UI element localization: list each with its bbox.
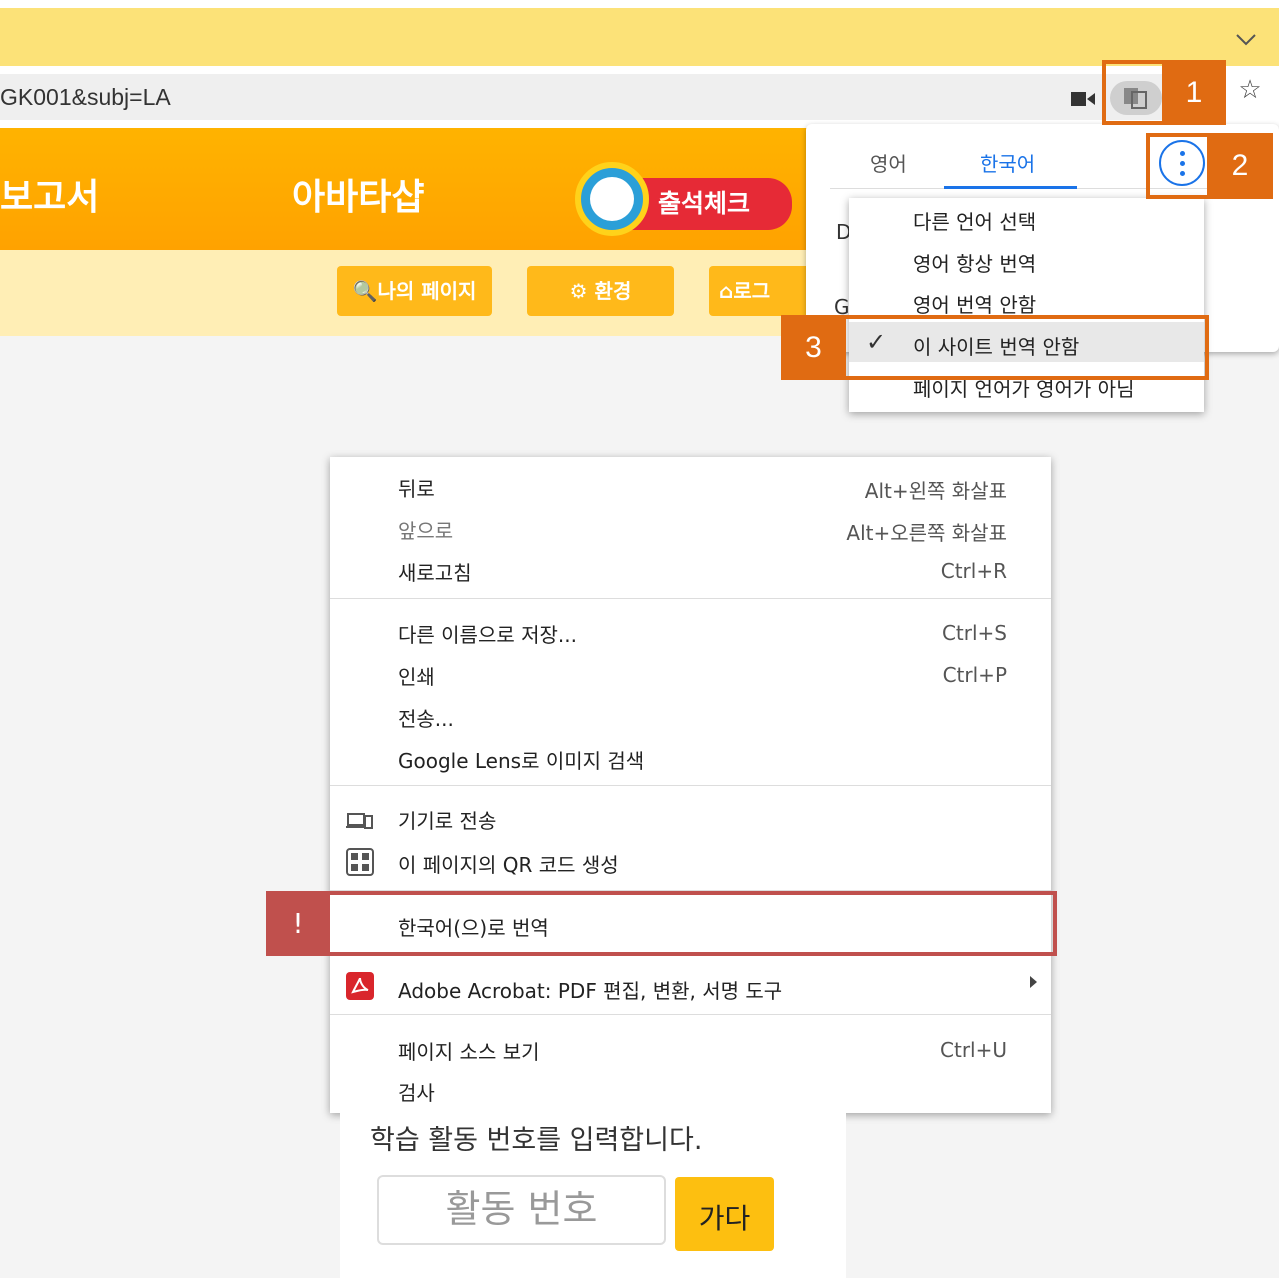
toolbar: GK001&subj=LA	[0, 66, 1279, 128]
camera-icon[interactable]	[1071, 91, 1095, 106]
devices-icon	[346, 806, 374, 834]
menu-item-always-translate[interactable]: 영어 항상 번역	[913, 248, 1036, 277]
attendance-button[interactable]: 출석체크	[628, 178, 792, 230]
menu-divider	[330, 785, 1051, 786]
my-page-label: 나의 페이지	[377, 279, 477, 303]
menu-item-never-translate-language[interactable]: 영어 번역 안함	[913, 289, 1036, 318]
tab-korean[interactable]: 한국어	[980, 148, 1035, 177]
context-item-back[interactable]: 뒤로	[398, 473, 435, 502]
gear-icon: ⚙	[569, 279, 595, 303]
my-page-button[interactable]: 🔍나의 페이지	[337, 266, 492, 316]
chevron-down-icon[interactable]	[1231, 26, 1261, 56]
annotation-alert-badge: !	[266, 891, 330, 956]
context-item-google-lens[interactable]: Google Lens로 이미지 검색	[398, 745, 644, 774]
submenu-arrow-icon	[1030, 976, 1037, 988]
search-icon: 🔍	[352, 279, 378, 303]
shortcut-save-as: Ctrl+S	[941, 621, 1007, 645]
menu-divider	[330, 598, 1051, 599]
context-item-send-to-devices[interactable]: 기기로 전송	[398, 805, 496, 834]
menu-divider	[330, 1014, 1051, 1015]
tab-active-indicator	[944, 186, 1077, 189]
context-item-save-as[interactable]: 다른 이름으로 저장...	[398, 619, 577, 648]
go-button[interactable]: 가다	[675, 1177, 774, 1251]
shortcut-reload: Ctrl+R	[940, 559, 1007, 583]
context-menu: 뒤로 Alt+왼쪽 화살표 앞으로 Alt+오른쪽 화살표 새로고침 Ctrl+…	[330, 457, 1051, 1113]
context-item-view-source[interactable]: 페이지 소스 보기	[398, 1036, 540, 1065]
banner-avatar-shop[interactable]: 아바타샵	[292, 168, 424, 220]
menu-item-choose-language[interactable]: 다른 언어 선택	[913, 206, 1036, 235]
annotation-badge-2: 2	[1207, 133, 1273, 199]
adobe-acrobat-icon	[346, 972, 374, 1000]
address-bar[interactable]: GK001&subj=LA	[0, 74, 1226, 120]
banner-report[interactable]: 보고서	[0, 168, 99, 220]
home-icon: ⌂	[719, 279, 734, 303]
context-item-cast[interactable]: 전송...	[398, 703, 454, 732]
shortcut-forward: Alt+오른쪽 화살표	[846, 521, 1007, 545]
star-icon[interactable]: ☆	[1234, 74, 1266, 106]
context-item-inspect[interactable]: 검사	[398, 1077, 435, 1106]
shortcut-back: Alt+왼쪽 화살표	[864, 479, 1007, 503]
logout-label: 로그	[733, 279, 771, 303]
activity-card-title: 학습 활동 번호를 입력합니다.	[370, 1125, 703, 1156]
context-item-print[interactable]: 인쇄	[398, 661, 435, 690]
annotation-alert-box	[266, 891, 1057, 956]
annotation-badge-1: 1	[1162, 60, 1226, 125]
alarm-clock-icon	[575, 162, 649, 236]
infobar	[0, 8, 1279, 66]
shortcut-view-source: Ctrl+U	[940, 1038, 1007, 1062]
context-item-forward[interactable]: 앞으로	[398, 515, 453, 544]
activity-number-input[interactable]: 활동 번호	[377, 1175, 666, 1245]
annotation-badge-3: 3	[781, 315, 846, 380]
settings-label: 환경	[594, 279, 632, 303]
window-top-edge	[0, 0, 1279, 8]
shortcut-print: Ctrl+P	[942, 663, 1007, 687]
logout-button[interactable]: ⌂로그	[709, 266, 819, 316]
context-item-qr-code[interactable]: 이 페이지의 QR 코드 생성	[398, 849, 619, 878]
url-text[interactable]: GK001&subj=LA	[0, 84, 171, 111]
tab-english[interactable]: 영어	[870, 148, 907, 177]
settings-button[interactable]: ⚙ 환경	[527, 266, 674, 316]
qr-code-icon	[346, 848, 374, 876]
context-item-reload[interactable]: 새로고침	[398, 557, 472, 586]
context-item-adobe-acrobat[interactable]: Adobe Acrobat: PDF 편집, 변환, 서명 도구	[398, 975, 782, 1004]
